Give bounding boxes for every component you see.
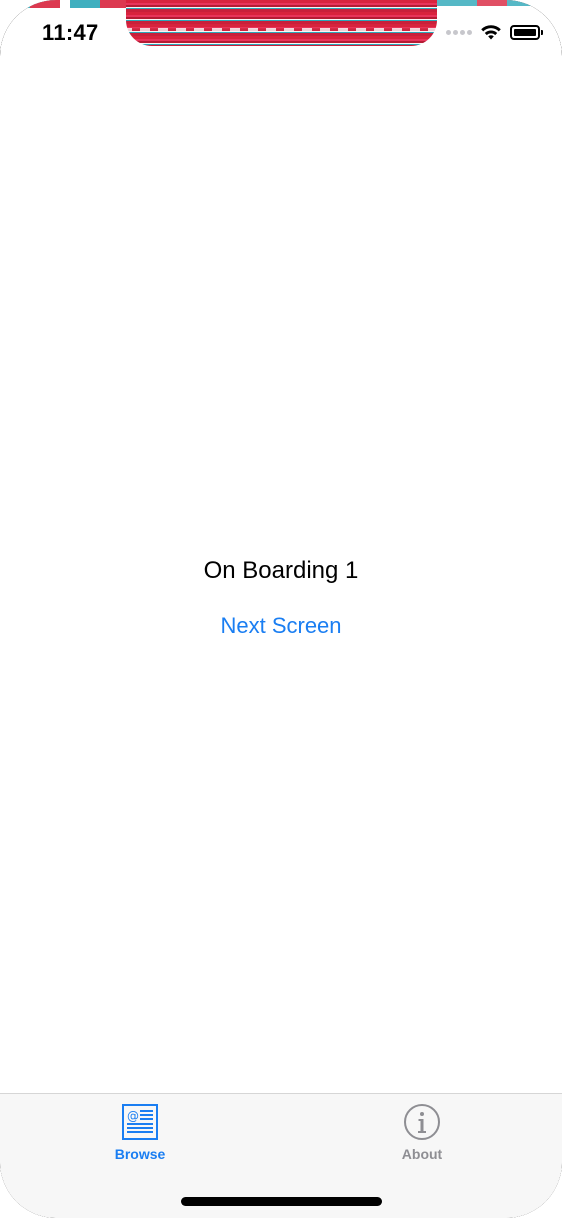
- status-time: 11:47: [42, 20, 99, 45]
- tab-about[interactable]: About: [362, 1102, 482, 1162]
- wifi-icon: [481, 25, 501, 40]
- tab-browse-label: Browse: [114, 1146, 166, 1162]
- page-title: On Boarding 1: [203, 557, 359, 584]
- display-glitch-left: [0, 0, 126, 8]
- browse-icon: @: [122, 1104, 158, 1140]
- display-glitch-right: [437, 0, 562, 6]
- next-screen-button[interactable]: Next Screen: [220, 611, 341, 641]
- notch: [126, 0, 437, 46]
- status-icons: [446, 24, 543, 40]
- info-icon: [404, 1104, 440, 1140]
- battery-icon: [510, 24, 543, 40]
- cellular-signal-icon: [446, 29, 472, 35]
- app-screen: 11:47 On Boarding 1 Next Screen @ Browse…: [0, 0, 562, 1218]
- home-indicator[interactable]: [181, 1197, 382, 1206]
- onboarding-content: On Boarding 1 Next Screen: [0, 555, 562, 641]
- device-screen: 11:47 On Boarding 1 Next Screen @ Browse…: [0, 0, 562, 1218]
- svg-text:@: @: [127, 1109, 139, 1123]
- tab-browse[interactable]: @ Browse: [80, 1102, 200, 1162]
- tab-about-label: About: [401, 1146, 443, 1162]
